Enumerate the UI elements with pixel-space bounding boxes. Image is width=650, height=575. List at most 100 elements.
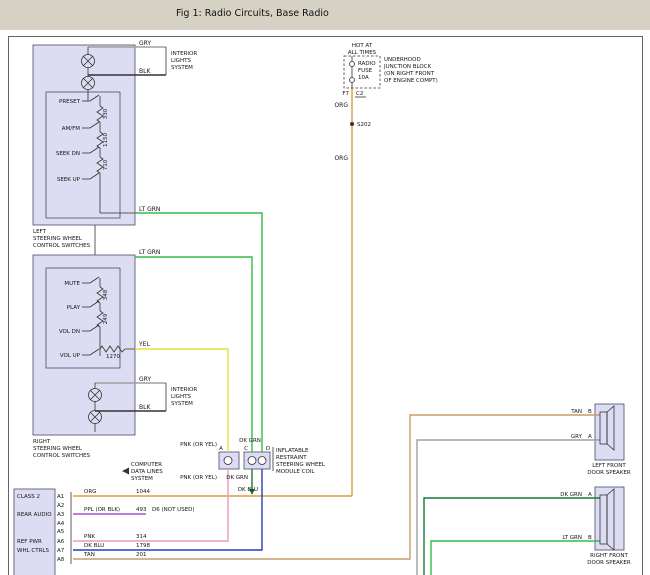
wire-label-pnk-or-yel: PNK (OR YEL) [180, 442, 217, 448]
coil-caption: MODULE COIL [276, 469, 315, 475]
wire-label-gry: GRY [571, 434, 583, 440]
pin-label: A4 [57, 521, 65, 527]
wire-label-pnk: PNK [84, 534, 95, 540]
diagram-structure [71, 47, 614, 564]
switch-label-amfm: AM/FM [62, 126, 81, 132]
switch-label-volup: VOL UP [60, 353, 81, 359]
circuit-number: 1044 [136, 489, 150, 495]
wire-label-dkgrn: DK GRN [239, 438, 261, 444]
tan-wire [73, 415, 600, 559]
wiring-diagram: GRY BLK INTERIOR LIGHTS SYSTEM PRESET AM… [0, 0, 650, 575]
pin-label: A6 [57, 539, 65, 545]
interior-lights-note: LIGHTS [171, 58, 191, 64]
radio-connector-box [14, 489, 55, 575]
pin-label: A8 [57, 557, 65, 563]
coil-caption: INFLATABLE [276, 448, 309, 454]
fuse-terminal-f7: F7 [342, 91, 349, 97]
connector-group-rear-audio: REAR AUDIO [17, 512, 52, 518]
computer-data-note: SYSTEM [131, 476, 153, 482]
wire-label-ltgrn: LT GRN [139, 206, 160, 213]
pin-label: A7 [57, 548, 65, 554]
left-speaker-caption: DOOR SPEAKER [587, 470, 631, 476]
coil-terminal-c: C [244, 446, 248, 452]
wire-label-tan: TAN [83, 552, 95, 558]
switch-label-play: PLAY [67, 305, 81, 311]
junction-block-note: (ON RIGHT FRONT [384, 71, 435, 77]
left-speaker-caption: LEFT FRONT [592, 463, 626, 469]
left-switch-caption: STEERING WHEEL [33, 236, 83, 242]
interior-lights-note: INTERIOR [171, 387, 197, 393]
fuse-rating: 10A [358, 75, 369, 81]
connector-group-class2: CLASS 2 [17, 494, 40, 500]
coil-terminal-a: A [219, 446, 223, 452]
coil-caption: RESTRAINT [276, 455, 307, 461]
switch-label-voldn: VOL DN [59, 329, 80, 335]
right-speaker-caption: RIGHT FRONT [590, 553, 628, 559]
computer-data-arrow-icon [122, 468, 129, 475]
wire-label-org: ORG [334, 155, 348, 162]
fuse-label: RADIO [358, 61, 376, 67]
wire-label-pnk-or-yel: PNK (OR YEL) [180, 475, 217, 481]
right-switch-caption: CONTROL SWITCHES [33, 453, 91, 459]
resistor-value: 348 [103, 289, 109, 300]
interior-lights-note: LIGHTS [171, 394, 191, 400]
junction-block-note: JUNCTION BLOCK [383, 64, 432, 70]
ltgrn-wires [135, 213, 600, 575]
wire-label-dkgrn: DK GRN [560, 492, 582, 498]
speaker-terminal: B [588, 409, 592, 415]
splice-dot-s202 [350, 122, 354, 126]
computer-data-note: COMPUTER [131, 462, 162, 468]
connector-group-whl-ctrls: WHL CTRLS [17, 548, 49, 554]
wire-label-gry: GRY [139, 376, 151, 383]
circuit-number: 314 [136, 534, 147, 540]
resistor-value: 1270 [106, 354, 120, 360]
wire-label-org: ORG [334, 102, 348, 109]
splice-label-s202: S202 [357, 122, 371, 128]
resistor-value: 710 [103, 159, 109, 170]
left-switch-caption: LEFT [33, 229, 47, 235]
pin-label: A5 [57, 529, 65, 535]
left-switch-caption: CONTROL SWITCHES [33, 243, 91, 249]
junction-block-note: UNDERHOOD [384, 57, 421, 63]
switch-label-mute: MUTE [64, 281, 80, 287]
computer-data-note: DATA LINES [131, 469, 163, 475]
speaker-terminal: A [588, 492, 592, 498]
circuit-number: 201 [136, 552, 147, 558]
speaker-terminal: A [588, 434, 592, 440]
junction-block-note: OF ENGINE COMPT) [384, 78, 438, 84]
wire-label-ppl: PPL (OR BLK) [84, 507, 120, 513]
resistor-value: 330 [103, 108, 109, 119]
switch-label-seekdn: SEEK DN [56, 151, 80, 157]
interior-lights-note: INTERIOR [171, 51, 197, 57]
left-front-speaker-box [595, 404, 624, 460]
pin-label: A2 [57, 503, 64, 509]
connector-group-ref-pwr: REF PWR [17, 539, 42, 545]
right-switch-caption: STEERING WHEEL [33, 446, 83, 452]
interior-lights-note: SYSTEM [171, 401, 193, 407]
wire-label-blk: BLK [139, 68, 151, 75]
coil-caption: STEERING WHEEL [276, 462, 326, 468]
right-speaker-caption: DOOR SPEAKER [587, 560, 631, 566]
switch-label-preset: PRESET [59, 99, 81, 105]
right-switch-caption: RIGHT [33, 439, 51, 445]
circuit-number: 493 [136, 507, 147, 513]
speaker-terminal: B [588, 535, 592, 541]
wire-label-ltgrn: LT GRN [562, 535, 582, 541]
pin-label: A1 [57, 494, 64, 500]
wire-label-dkblu: DK BLU [84, 543, 104, 549]
hot-at-note: HOT AT [352, 43, 373, 49]
wire-label-dkblu: DK BLU [238, 487, 258, 493]
wire-label-org: ORG [84, 489, 96, 495]
switch-label-seekup: SEEK UP [57, 177, 81, 183]
wire-label-dkgrn: DK GRN [226, 475, 248, 481]
pin-label: A3 [57, 512, 65, 518]
resistor-value: 1150 [103, 133, 109, 147]
fuse-label: FUSE [358, 68, 373, 74]
wire-label-blk: BLK [139, 404, 151, 411]
hot-at-note: ALL TIMES [348, 50, 377, 56]
resistor-value: 249 [103, 313, 109, 324]
wire-label-yel: YEL [138, 341, 150, 348]
connector-c2: C2 [356, 91, 363, 97]
wire-label-gry: GRY [139, 40, 151, 47]
coil-terminal-d: D [266, 446, 270, 452]
